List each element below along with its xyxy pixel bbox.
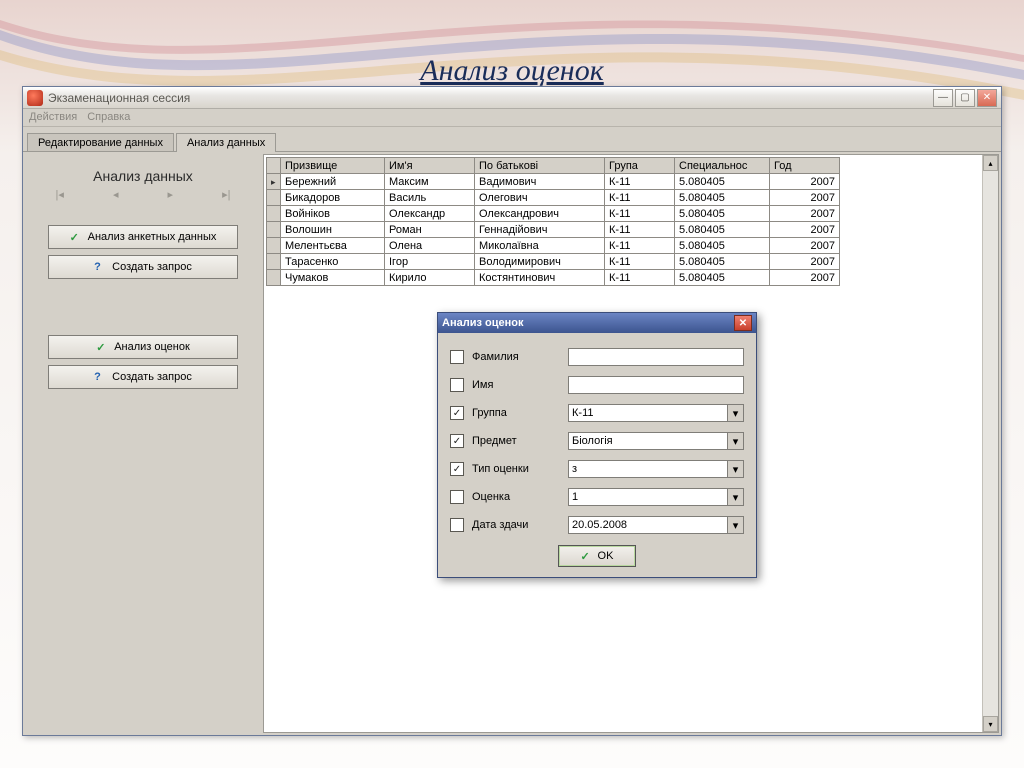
subject-label: Предмет	[472, 435, 568, 447]
analyze-grades-button[interactable]: Анализ оценок	[48, 335, 238, 359]
ok-button[interactable]: OK	[558, 545, 636, 567]
analyze-anketa-button[interactable]: Анализ анкетных данных	[48, 225, 238, 249]
group-checkbox[interactable]	[450, 406, 464, 420]
col-name[interactable]: Им'я	[385, 158, 475, 174]
dialog-close-button[interactable]: ✕	[734, 315, 752, 331]
analysis-dialog: Анализ оценок ✕ Фамилия Имя Группа	[437, 312, 757, 578]
window-title: Экзаменационная сессия	[48, 91, 933, 105]
dialog-titlebar: Анализ оценок ✕	[438, 313, 756, 333]
close-button[interactable]: ✕	[977, 89, 997, 107]
analyze-grades-label: Анализ оценок	[114, 341, 190, 353]
check-icon	[70, 231, 82, 243]
data-grid[interactable]: Призвище Им'я По батькові Група Специаль…	[266, 157, 840, 286]
vertical-scrollbar[interactable]: ▴ ▾	[982, 155, 998, 732]
grade-combo[interactable]: 1▾	[568, 488, 744, 506]
table-row[interactable]: БережнийМаксимВадимовичК-115.0804052007	[267, 174, 840, 190]
row-marker-header	[267, 158, 281, 174]
name-checkbox[interactable]	[450, 378, 464, 392]
menu-actions[interactable]: Действия	[29, 111, 77, 124]
sidebar: Анализ данных |◂ ◂ ▸ ▸| Анализ анкетных …	[23, 152, 263, 735]
name-input[interactable]	[568, 376, 744, 394]
chevron-down-icon: ▾	[727, 433, 743, 449]
app-icon	[27, 90, 43, 106]
date-combo[interactable]: 20.05.2008▾	[568, 516, 744, 534]
table-row[interactable]: ТарасенкоІгорВолодимировичК-115.08040520…	[267, 254, 840, 270]
gradetype-checkbox[interactable]	[450, 462, 464, 476]
table-row[interactable]: ВолошинРоманГеннадійовичК-115.0804052007	[267, 222, 840, 238]
maximize-button[interactable]: ▢	[955, 89, 975, 107]
col-year[interactable]: Год	[770, 158, 840, 174]
tab-analyze-data[interactable]: Анализ данных	[176, 133, 276, 152]
scroll-up-icon[interactable]: ▴	[983, 155, 998, 171]
grade-label: Оценка	[472, 491, 568, 503]
subject-combo[interactable]: Біологія▾	[568, 432, 744, 450]
table-row[interactable]: БикадоровВасильОлеговичК-115.0804052007	[267, 190, 840, 206]
chevron-down-icon: ▾	[727, 405, 743, 421]
check-icon	[581, 550, 593, 562]
nav-first-icon[interactable]: |◂	[56, 188, 64, 201]
create-query-button-1[interactable]: Создать запрос	[48, 255, 238, 279]
surname-input[interactable]	[568, 348, 744, 366]
menubar: Действия Справка	[23, 109, 1001, 127]
sidebar-heading: Анализ данных	[31, 168, 255, 184]
surname-checkbox[interactable]	[450, 350, 464, 364]
date-checkbox[interactable]	[450, 518, 464, 532]
nav-next-icon[interactable]: ▸	[168, 188, 174, 201]
nav-last-icon[interactable]: ▸|	[222, 188, 230, 201]
record-navigator: |◂ ◂ ▸ ▸|	[31, 188, 255, 201]
check-icon	[96, 341, 108, 353]
chevron-down-icon: ▾	[727, 461, 743, 477]
tabstrip: Редактирование данных Анализ данных	[23, 127, 1001, 151]
group-combo[interactable]: К-11▾	[568, 404, 744, 422]
tab-edit-data[interactable]: Редактирование данных	[27, 133, 174, 152]
chevron-down-icon: ▾	[727, 517, 743, 533]
chevron-down-icon: ▾	[727, 489, 743, 505]
date-label: Дата здачи	[472, 519, 568, 531]
group-label: Группа	[472, 407, 568, 419]
col-group[interactable]: Група	[605, 158, 675, 174]
ok-label: OK	[598, 550, 614, 562]
table-row[interactable]: МелентьєваОленаМиколаївнаК-115.080405200…	[267, 238, 840, 254]
question-icon	[94, 261, 106, 273]
gradetype-label: Тип оценки	[472, 463, 568, 475]
minimize-button[interactable]: —	[933, 89, 953, 107]
menu-help[interactable]: Справка	[87, 111, 130, 124]
create-query-label-1: Создать запрос	[112, 261, 192, 273]
app-window: Экзаменационная сессия — ▢ ✕ Действия Сп…	[22, 86, 1002, 736]
scroll-down-icon[interactable]: ▾	[983, 716, 998, 732]
table-row[interactable]: ЧумаковКирилоКостянтиновичК-115.08040520…	[267, 270, 840, 286]
name-label: Имя	[472, 379, 568, 391]
col-patronymic[interactable]: По батькові	[475, 158, 605, 174]
col-surname[interactable]: Призвище	[281, 158, 385, 174]
table-row[interactable]: ВойніковОлександрОлександровичК-115.0804…	[267, 206, 840, 222]
surname-label: Фамилия	[472, 351, 568, 363]
slide-title: Анализ оценок	[0, 54, 1024, 88]
nav-prev-icon[interactable]: ◂	[113, 188, 119, 201]
dialog-title: Анализ оценок	[442, 317, 523, 329]
grade-checkbox[interactable]	[450, 490, 464, 504]
create-query-label-2: Создать запрос	[112, 371, 192, 383]
col-speciality[interactable]: Специальнос	[675, 158, 770, 174]
create-query-button-2[interactable]: Создать запрос	[48, 365, 238, 389]
titlebar: Экзаменационная сессия — ▢ ✕	[23, 87, 1001, 109]
question-icon	[94, 371, 106, 383]
analyze-anketa-label: Анализ анкетных данных	[88, 231, 217, 243]
gradetype-combo[interactable]: з▾	[568, 460, 744, 478]
subject-checkbox[interactable]	[450, 434, 464, 448]
